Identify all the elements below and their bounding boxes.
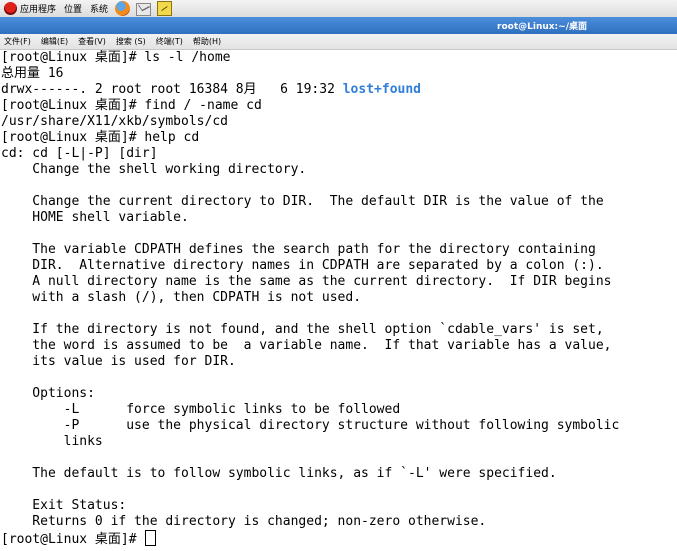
terminal-line: [root@Linux 桌面]# ls -l /home (1, 50, 231, 65)
system-menu[interactable]: 系统 (86, 0, 112, 17)
terminal-line: the word is assumed to be a variable nam… (1, 338, 612, 353)
terminal-line: HOME shell variable. (1, 210, 189, 225)
notes-icon[interactable] (157, 1, 173, 16)
terminal-output[interactable]: [root@Linux 桌面]# ls -l /home 总用量 16 drwx… (0, 50, 677, 551)
terminal-line: If the directory is not found, and the s… (1, 322, 604, 337)
places-menu-label: 位置 (64, 5, 83, 15)
terminal-line: Options: (1, 386, 95, 401)
firefox-icon[interactable] (115, 1, 131, 16)
listing-text: drwx------. 2 root root 16384 8月 6 19:32 (1, 82, 343, 97)
terminal-line-listing: drwx------. 2 root root 16384 8月 6 19:32… (1, 82, 421, 98)
directory-name: lost+found (342, 82, 422, 97)
applications-menu[interactable]: 应用程序 (0, 0, 60, 17)
terminal-line: [root@Linux 桌面]# find / -name cd (1, 98, 262, 113)
terminal-line: its value is used for DIR. (1, 354, 236, 369)
menu-terminal[interactable]: 终端(T) (151, 36, 188, 47)
terminal-line: cd: cd [-L|-P] [dir] (1, 146, 158, 161)
menu-bar: 文件(F) 编辑(E) 查看(V) 搜索 (S) 终端(T) 帮助(H) (0, 34, 677, 50)
terminal-prompt-line[interactable]: [root@Linux 桌面]# (1, 530, 157, 547)
applications-menu-label: 应用程序 (20, 5, 57, 15)
terminal-line: with a slash (/), then CDPATH is not use… (1, 290, 362, 305)
terminal-line: Change the current directory to DIR. The… (1, 194, 604, 209)
menu-file[interactable]: 文件(F) (0, 36, 36, 47)
shell-prompt: [root@Linux 桌面]# (1, 532, 145, 547)
redhat-logo-icon (4, 2, 17, 15)
text-cursor (145, 530, 157, 546)
places-menu[interactable]: 位置 (60, 0, 86, 17)
terminal-line: Change the shell working directory. (1, 162, 307, 177)
terminal-line: /usr/share/X11/xkb/symbols/cd (1, 114, 228, 129)
terminal-line: The default is to follow symbolic links,… (1, 466, 557, 481)
terminal-line: DIR. Alternative directory names in CDPA… (1, 258, 604, 273)
terminal-line: links (1, 434, 103, 449)
terminal-line: Exit Status: (1, 498, 127, 513)
terminal-line: -P use the physical directory structure … (1, 418, 620, 433)
menu-search[interactable]: 搜索 (S) (111, 36, 151, 47)
menu-edit[interactable]: 编辑(E) (36, 36, 73, 47)
window-title: root@Linux:~/桌面 (497, 22, 587, 32)
terminal-line: [root@Linux 桌面]# help cd (1, 130, 200, 145)
terminal-line: Returns 0 if the directory is changed; n… (1, 514, 487, 529)
menu-help[interactable]: 帮助(H) (188, 36, 226, 47)
terminal-line: The variable CDPATH defines the search p… (1, 242, 596, 257)
terminal-line: 总用量 16 (1, 66, 64, 81)
menu-view[interactable]: 查看(V) (73, 36, 111, 47)
terminal-line: A null directory name is the same as the… (1, 274, 612, 289)
top-panel: 应用程序 位置 系统 (0, 0, 677, 18)
window-title-bar[interactable]: root@Linux:~/桌面 (0, 17, 677, 34)
terminal-line: -L force symbolic links to be followed (1, 402, 401, 417)
system-menu-label: 系统 (90, 5, 109, 15)
mail-icon[interactable] (136, 2, 152, 16)
